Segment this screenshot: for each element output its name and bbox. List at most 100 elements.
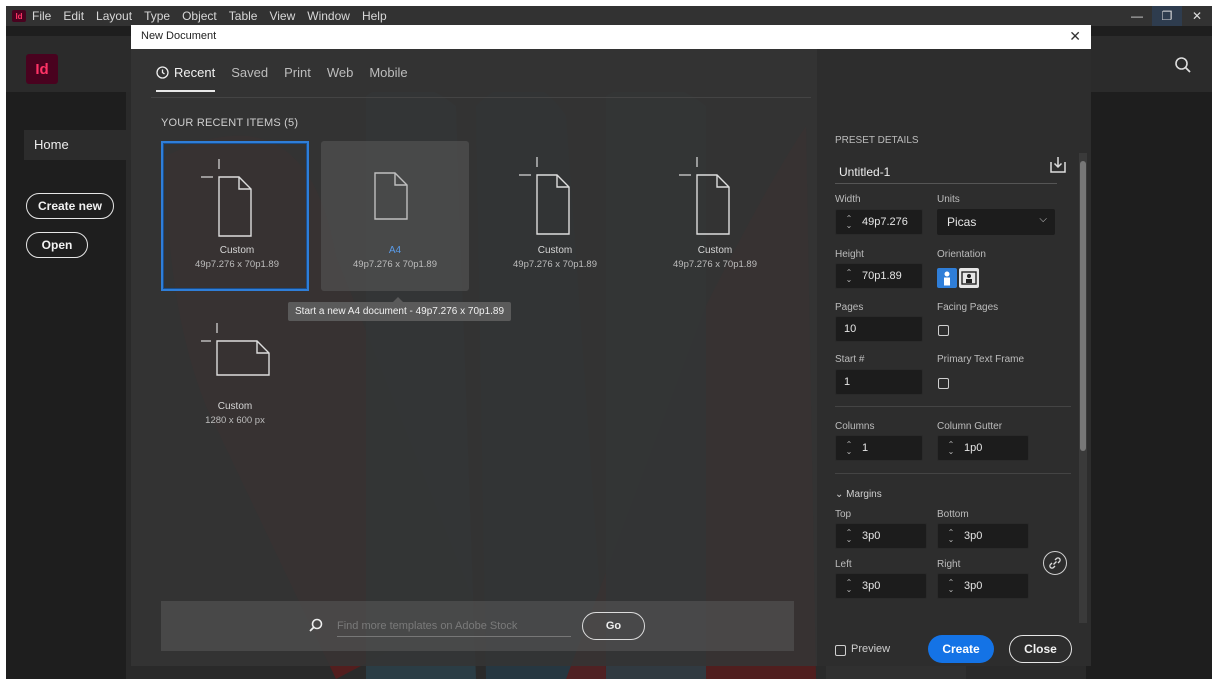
- start-field[interactable]: 1: [835, 369, 923, 395]
- stepper-icon[interactable]: ⌃ ⌄: [844, 579, 854, 594]
- document-portrait-icon: [519, 157, 570, 235]
- stepper-icon[interactable]: ⌃ ⌄: [946, 441, 956, 456]
- tile-size: 1280 x 600 px: [205, 415, 265, 426]
- width-label: Width: [835, 194, 861, 205]
- height-value: 70p1.89: [862, 270, 902, 282]
- pages-field[interactable]: 10: [835, 316, 923, 342]
- tab-web[interactable]: Web: [327, 65, 354, 80]
- search-icon[interactable]: [1174, 56, 1192, 74]
- columns-field[interactable]: ⌃ ⌄ 1: [835, 435, 923, 461]
- menu-help[interactable]: Help: [356, 9, 393, 23]
- left-label: Left: [835, 559, 852, 570]
- stepper-icon[interactable]: ⌃ ⌄: [844, 441, 854, 456]
- menu-view[interactable]: View: [263, 9, 301, 23]
- margin-left-field[interactable]: ⌃ ⌄ 3p0: [835, 573, 927, 599]
- margin-bottom-value: 3p0: [964, 530, 983, 542]
- document-portrait-icon: [201, 159, 252, 237]
- margin-top-field[interactable]: ⌃ ⌄ 3p0: [835, 523, 927, 549]
- bottom-label: Bottom: [937, 509, 969, 520]
- recent-item-tile[interactable]: Custom 49p7.276 x 70p1.89: [481, 141, 629, 291]
- portrait-orientation-icon[interactable]: [937, 268, 957, 288]
- dialog-close-icon[interactable]: ✕: [1069, 28, 1081, 45]
- tooltip: Start a new A4 document - 49p7.276 x 70p…: [288, 297, 512, 321]
- menu-type[interactable]: Type: [138, 9, 176, 23]
- menu-layout[interactable]: Layout: [90, 9, 138, 23]
- tile-name: Custom: [537, 245, 573, 256]
- orientation-label: Orientation: [937, 249, 986, 260]
- dialog-tabs: Recent Saved Print Web Mobile: [156, 65, 408, 92]
- margins-section-toggle[interactable]: ⌄ Margins: [835, 489, 882, 500]
- preset-details-title: PRESET DETAILS: [835, 135, 919, 146]
- create-button[interactable]: Create: [928, 635, 994, 663]
- open-button[interactable]: Open: [26, 232, 88, 258]
- menu-window[interactable]: Window: [301, 9, 356, 23]
- tab-mobile[interactable]: Mobile: [369, 65, 407, 80]
- margin-bottom-field[interactable]: ⌃ ⌄ 3p0: [937, 523, 1029, 549]
- restore-icon[interactable]: ❐: [1152, 6, 1182, 26]
- recent-item-tile[interactable]: Custom 1280 x 600 px: [161, 321, 309, 471]
- stepper-icon[interactable]: ⌃ ⌄: [844, 215, 854, 230]
- margin-right-field[interactable]: ⌃ ⌄ 3p0: [937, 573, 1029, 599]
- tile-name: Custom: [697, 245, 733, 256]
- stepper-icon[interactable]: ⌃ ⌄: [844, 269, 854, 284]
- tab-saved[interactable]: Saved: [231, 65, 268, 80]
- document-portrait-icon: [679, 157, 730, 235]
- minimize-icon[interactable]: —: [1122, 6, 1152, 26]
- right-label: Right: [937, 559, 961, 570]
- tile-size: 49p7.276 x 70p1.89: [673, 259, 757, 270]
- units-value: Picas: [947, 215, 977, 229]
- tab-recent-label: Recent: [174, 65, 216, 80]
- column-gutter-field[interactable]: ⌃ ⌄ 1p0: [937, 435, 1029, 461]
- go-button[interactable]: Go: [582, 612, 645, 640]
- height-label: Height: [835, 249, 864, 260]
- close-icon[interactable]: ✕: [1182, 6, 1212, 26]
- margin-left-value: 3p0: [862, 580, 881, 592]
- column-gutter-value: 1p0: [964, 442, 983, 454]
- search-icon: [309, 618, 323, 632]
- recent-item-tile[interactable]: Custom 49p7.276 x 70p1.89: [641, 141, 789, 291]
- chevron-down-icon: ⌄: [835, 489, 844, 500]
- menu-edit[interactable]: Edit: [57, 9, 90, 23]
- dialog-title: New Document: [141, 30, 217, 42]
- recent-items-title: YOUR RECENT ITEMS (5): [161, 117, 299, 129]
- stepper-icon[interactable]: ⌃ ⌄: [844, 529, 854, 544]
- divider: [835, 406, 1071, 407]
- stepper-icon[interactable]: ⌃ ⌄: [946, 529, 956, 544]
- link-margins-button[interactable]: [1043, 551, 1067, 575]
- width-value: 49p7.276: [862, 216, 908, 228]
- menu-object[interactable]: Object: [176, 9, 223, 23]
- scrollbar-thumb[interactable]: [1080, 161, 1086, 451]
- menu-table[interactable]: Table: [223, 9, 264, 23]
- tab-print[interactable]: Print: [284, 65, 311, 80]
- facing-pages-checkbox[interactable]: [938, 325, 949, 336]
- stock-search-input[interactable]: [337, 615, 571, 637]
- link-icon: [1049, 557, 1061, 569]
- width-field[interactable]: ⌃ ⌄ 49p7.276: [835, 209, 923, 235]
- primary-text-frame-checkbox[interactable]: [938, 378, 949, 389]
- tab-recent[interactable]: Recent: [156, 65, 216, 92]
- landscape-orientation-icon[interactable]: [959, 268, 979, 288]
- sidebar-item-home[interactable]: Home: [24, 130, 132, 160]
- create-new-button[interactable]: Create new: [26, 193, 114, 219]
- column-gutter-label: Column Gutter: [937, 421, 1003, 432]
- start-label: Start #: [835, 354, 865, 365]
- recent-item-tile[interactable]: Custom 49p7.276 x 70p1.89: [161, 141, 309, 291]
- columns-value: 1: [862, 442, 869, 454]
- preview-label: Preview: [851, 643, 891, 655]
- stepper-icon[interactable]: ⌃ ⌄: [946, 579, 956, 594]
- pages-value: 10: [844, 323, 857, 335]
- preview-checkbox[interactable]: [835, 645, 846, 656]
- top-label: Top: [835, 509, 852, 520]
- app-badge-icon: Id: [12, 10, 26, 22]
- menu-file[interactable]: File: [26, 9, 57, 23]
- recent-item-tile[interactable]: A4 49p7.276 x 70p1.89: [321, 141, 469, 291]
- preset-name-field[interactable]: Untitled-1: [839, 165, 890, 179]
- primary-text-frame-label: Primary Text Frame: [937, 354, 1025, 365]
- save-preset-icon[interactable]: [1049, 156, 1067, 174]
- tile-name: Custom: [217, 401, 253, 412]
- height-field[interactable]: ⌃ ⌄ 70p1.89: [835, 263, 923, 289]
- units-select[interactable]: Picas ⌵: [937, 209, 1055, 235]
- window-controls: — ❐ ✕: [1122, 6, 1212, 26]
- close-button[interactable]: Close: [1009, 635, 1072, 663]
- margin-right-value: 3p0: [964, 580, 983, 592]
